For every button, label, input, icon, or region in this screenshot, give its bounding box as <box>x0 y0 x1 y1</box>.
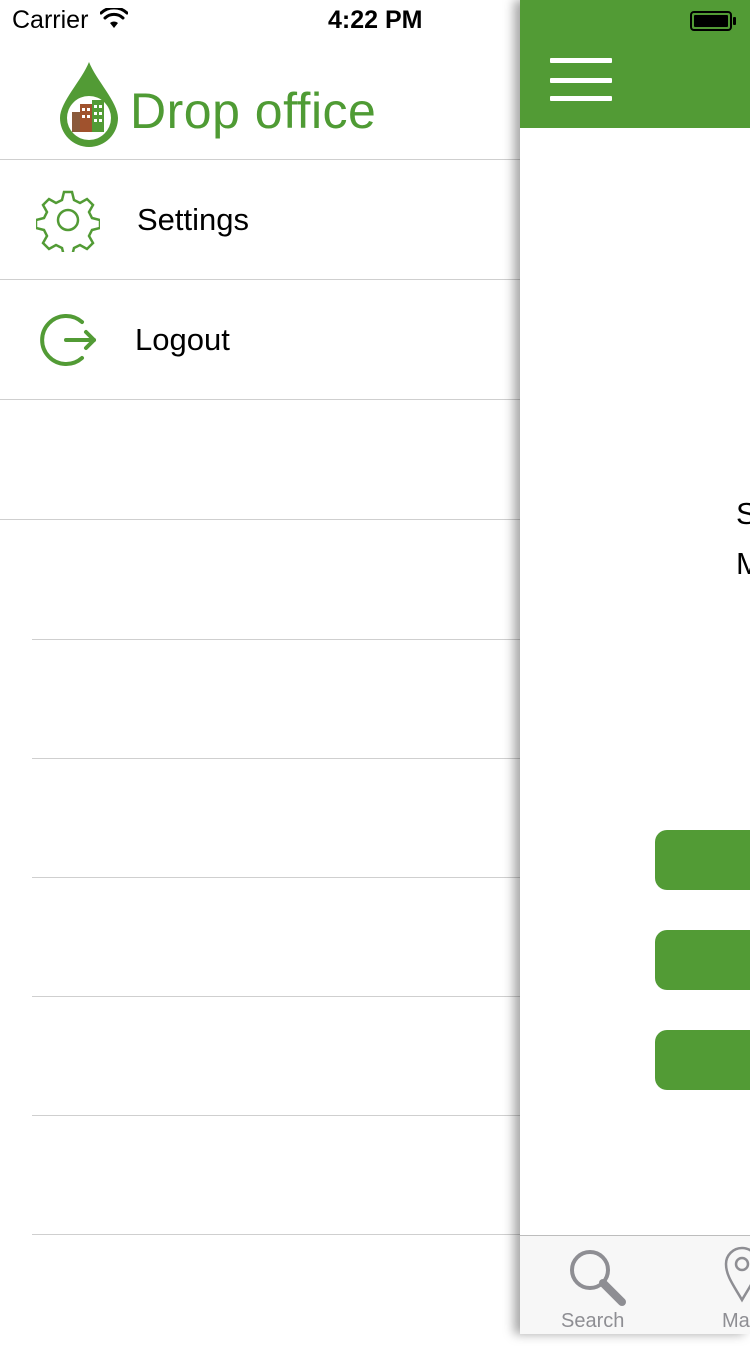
menu-empty-row <box>0 399 520 519</box>
content-text-line: S <box>736 496 750 531</box>
gear-icon <box>36 190 100 252</box>
action-button[interactable] <box>655 830 750 890</box>
status-time: 4:22 PM <box>328 6 423 34</box>
menu-empty-row <box>0 877 520 996</box>
menu-empty-row <box>0 639 520 758</box>
tab-bar: Search Ma <box>520 1235 750 1334</box>
battery-icon <box>690 11 736 31</box>
search-icon <box>570 1250 626 1306</box>
menu-toggle-button[interactable] <box>550 58 612 106</box>
menu-empty-row <box>0 1115 520 1234</box>
logout-icon <box>40 314 96 366</box>
menu-empty-row <box>0 519 520 639</box>
menu-item-settings[interactable]: Settings <box>0 159 520 279</box>
action-button[interactable] <box>655 930 750 990</box>
wifi-icon <box>100 8 128 28</box>
nav-bar <box>520 0 750 128</box>
drop-logo-icon <box>60 62 118 147</box>
menu-item-label: Settings <box>137 202 250 237</box>
action-button[interactable] <box>655 1030 750 1090</box>
side-menu: Settings Logout <box>0 159 520 1353</box>
content-text-line: M <box>736 546 750 581</box>
menu-item-logout[interactable]: Logout <box>0 279 520 399</box>
main-content-panel: S M Search Ma <box>520 0 750 1334</box>
tab-label: Search <box>561 1310 625 1332</box>
logo-text: Drop office <box>130 83 377 139</box>
app-logo: Drop office <box>58 60 378 150</box>
menu-empty-row <box>0 758 520 877</box>
tab-search[interactable]: Search <box>560 1236 640 1334</box>
tab-map[interactable]: Ma <box>720 1236 750 1334</box>
menu-empty-row <box>0 1234 520 1353</box>
tab-label: Ma <box>722 1310 750 1332</box>
menu-empty-row <box>0 996 520 1115</box>
map-pin-icon <box>724 1246 750 1303</box>
menu-item-label: Logout <box>135 322 230 357</box>
carrier-label: Carrier <box>12 6 89 34</box>
